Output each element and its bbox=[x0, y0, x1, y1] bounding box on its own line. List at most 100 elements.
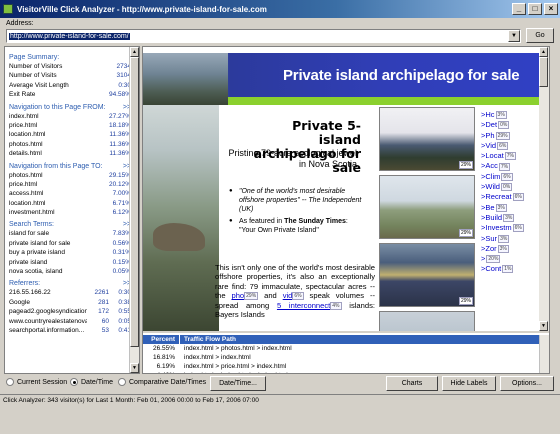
island-photo-4[interactable] bbox=[379, 311, 475, 331]
summary-row: Average Visit Length 0:30 bbox=[9, 81, 131, 90]
nav-to-row[interactable]: photos.html 29.15% bbox=[9, 171, 131, 180]
current-session-radio[interactable]: Current Session bbox=[6, 378, 67, 386]
nav-to-row-value: 29.15% bbox=[108, 171, 131, 179]
stats-scrollbar[interactable]: ▲ ▼ bbox=[129, 47, 139, 373]
nav-to-row[interactable]: price.html 20.12% bbox=[9, 180, 131, 189]
nav-to-row[interactable]: access.html 7.00% bbox=[9, 189, 131, 198]
go-button[interactable]: Go bbox=[526, 28, 554, 43]
site-nav-link[interactable]: >Sur 3% bbox=[481, 234, 539, 244]
percent-column-header[interactable]: Percent bbox=[143, 335, 179, 344]
site-banner: Private island archipelago for sale bbox=[143, 53, 539, 105]
nav-to-heading: Navigation from this Page TO: >> bbox=[9, 162, 131, 170]
summary-row: Number of Visits 3104 bbox=[9, 71, 131, 80]
traffic-flow-row[interactable]: 26.55% index.html > photos.html > index.h… bbox=[143, 344, 539, 353]
site-nav-link[interactable]: >Det 0% bbox=[481, 120, 539, 130]
referrer-label: searchportal.information... bbox=[9, 326, 85, 334]
click-percent-badge: 1% bbox=[502, 265, 514, 274]
referrer-value: 0:55 bbox=[118, 308, 131, 316]
site-nav-link[interactable]: >Acc 7% bbox=[481, 161, 539, 171]
splitter[interactable] bbox=[143, 331, 549, 333]
islands-link[interactable]: 5 interconnect bbox=[277, 301, 330, 310]
nav-from-row[interactable]: price.html 18.18% bbox=[9, 121, 131, 130]
flow-percent: 26.55% bbox=[152, 345, 175, 352]
nav-to-row[interactable]: investment.html 6.12% bbox=[9, 208, 131, 217]
nav-from-row[interactable]: index.html 27.27% bbox=[9, 112, 131, 121]
search-term-row-label: private island for sale bbox=[9, 239, 71, 247]
site-nav-link[interactable]: >Build 3% bbox=[481, 213, 539, 223]
search-term-row[interactable]: nova scotia, island 0.05% bbox=[9, 267, 131, 276]
address-label: Address: bbox=[6, 20, 34, 27]
photos-link[interactable]: pho bbox=[231, 291, 244, 300]
nav-to-row-label: access.html bbox=[9, 190, 44, 198]
site-nav-link[interactable]: >Be 3% bbox=[481, 203, 539, 213]
date-time-radio[interactable]: Date/Time bbox=[70, 378, 113, 386]
island-photo-1[interactable]: 29% bbox=[379, 107, 475, 171]
referrer-value: 0:30 bbox=[118, 289, 131, 297]
date-time-button[interactable]: Date/Time... bbox=[210, 376, 266, 391]
nav-to-row-label: location.html bbox=[9, 199, 46, 207]
click-percent-badge: 3% bbox=[497, 244, 509, 253]
nav-from-row[interactable]: details.html 11.36% bbox=[9, 149, 131, 158]
referrer-row[interactable]: www.countryrealestatenova... 60 0:05 bbox=[9, 317, 131, 326]
scroll-up-icon[interactable]: ▲ bbox=[539, 47, 548, 57]
site-nav-link-label: >Hc bbox=[481, 110, 495, 119]
scroll-down-icon[interactable]: ▼ bbox=[130, 363, 139, 373]
site-nav-link[interactable]: >Vid 6% bbox=[481, 141, 539, 151]
click-percent-badge: 7% bbox=[498, 162, 511, 171]
photos-link-badge: 29% bbox=[244, 292, 259, 301]
site-nav-link-label: >Wild bbox=[481, 182, 500, 192]
site-nav-link[interactable]: >Zor 3% bbox=[481, 244, 539, 254]
site-nav-link[interactable]: >Clim 6% bbox=[481, 172, 539, 182]
nav-to-row[interactable]: location.html 6.71% bbox=[9, 199, 131, 208]
search-term-row-label: island for sale bbox=[9, 230, 50, 238]
scroll-up-icon[interactable]: ▲ bbox=[130, 47, 139, 57]
referrer-row[interactable]: searchportal.information... 53 0:41 bbox=[9, 326, 131, 335]
scroll-thumb[interactable] bbox=[130, 57, 139, 347]
nav-from-row-label: photos.html bbox=[9, 140, 43, 148]
path-column-header[interactable]: Traffic Flow Path bbox=[179, 335, 236, 344]
traffic-flow-row[interactable]: 4.42%index.html > index.html > index.htm… bbox=[143, 371, 539, 373]
comparative-date-times-radio[interactable]: Comparative Date/Times bbox=[118, 378, 206, 386]
site-nav-link[interactable]: >Locat 7% bbox=[481, 151, 539, 161]
site-nav-link[interactable]: >Ph 29% bbox=[481, 131, 539, 141]
nav-from-row-value: 11.36% bbox=[109, 150, 131, 158]
referrer-row[interactable]: 216.55.166.22 2261 0:30 bbox=[9, 288, 131, 297]
referrer-count: 2261 bbox=[94, 289, 109, 297]
site-nav-link[interactable]: >Wild 0% bbox=[481, 182, 539, 192]
address-dropdown-button[interactable]: ▼ bbox=[508, 30, 520, 42]
search-term-row[interactable]: buy a private island 0.31% bbox=[9, 248, 131, 257]
traffic-flow-row[interactable]: 16.81% index.html > index.html bbox=[143, 353, 539, 362]
flow-table-scrollbar[interactable] bbox=[539, 335, 549, 373]
site-nav-link-label: >Build bbox=[481, 212, 503, 222]
site-nav-link[interactable]: >Recreat 6% bbox=[481, 192, 539, 202]
title-bar: VisitorVille Click Analyzer - http://www… bbox=[0, 0, 560, 18]
site-nav-link[interactable]: >Cont 1% bbox=[481, 264, 539, 274]
nav-from-row[interactable]: location.html 11.36% bbox=[9, 130, 131, 139]
traffic-flow-row[interactable]: 6.19% index.html > price.html > index.htm… bbox=[143, 362, 539, 371]
site-nav-link[interactable]: >Investm 6% bbox=[481, 223, 539, 233]
island-photo-2[interactable]: 29% bbox=[379, 175, 475, 239]
nav-from-row[interactable]: photos.html 11.36% bbox=[9, 140, 131, 149]
site-nav-link[interactable]: >20% bbox=[481, 254, 539, 264]
flow-percent: 4.42% bbox=[143, 371, 179, 373]
island-photo-3[interactable]: 29% bbox=[379, 243, 475, 307]
nav-to-row-label: investment.html bbox=[9, 209, 55, 217]
scroll-down-icon[interactable]: ▼ bbox=[539, 321, 548, 331]
address-field[interactable]: http://www.private-island-for-sale.com/ … bbox=[6, 29, 521, 43]
site-nav-link[interactable]: >Hc 3% bbox=[481, 110, 539, 120]
hide-labels-button[interactable]: Hide Labels bbox=[442, 376, 496, 391]
minimize-button[interactable]: _ bbox=[512, 3, 526, 15]
close-button[interactable]: × bbox=[544, 3, 558, 15]
search-term-row[interactable]: private island for sale 0.56% bbox=[9, 239, 131, 248]
charts-button[interactable]: Charts bbox=[386, 376, 438, 391]
web-page-scrollbar[interactable]: ▲ ▼ bbox=[539, 47, 549, 331]
nav-from-row-value: 27.27% bbox=[108, 112, 131, 120]
search-term-row[interactable]: island for sale 7.83% bbox=[9, 229, 131, 238]
options-button[interactable]: Options... bbox=[500, 376, 554, 391]
maximize-button[interactable]: □ bbox=[528, 3, 542, 15]
video-link[interactable]: vid bbox=[283, 291, 293, 300]
referrer-row[interactable]: pagead2.googlesyndication.c 172 0:55 bbox=[9, 307, 131, 316]
search-term-row[interactable]: private island 0.15% bbox=[9, 258, 131, 267]
referrer-row[interactable]: Google 281 0:38 bbox=[9, 298, 131, 307]
scroll-thumb[interactable] bbox=[539, 57, 548, 87]
